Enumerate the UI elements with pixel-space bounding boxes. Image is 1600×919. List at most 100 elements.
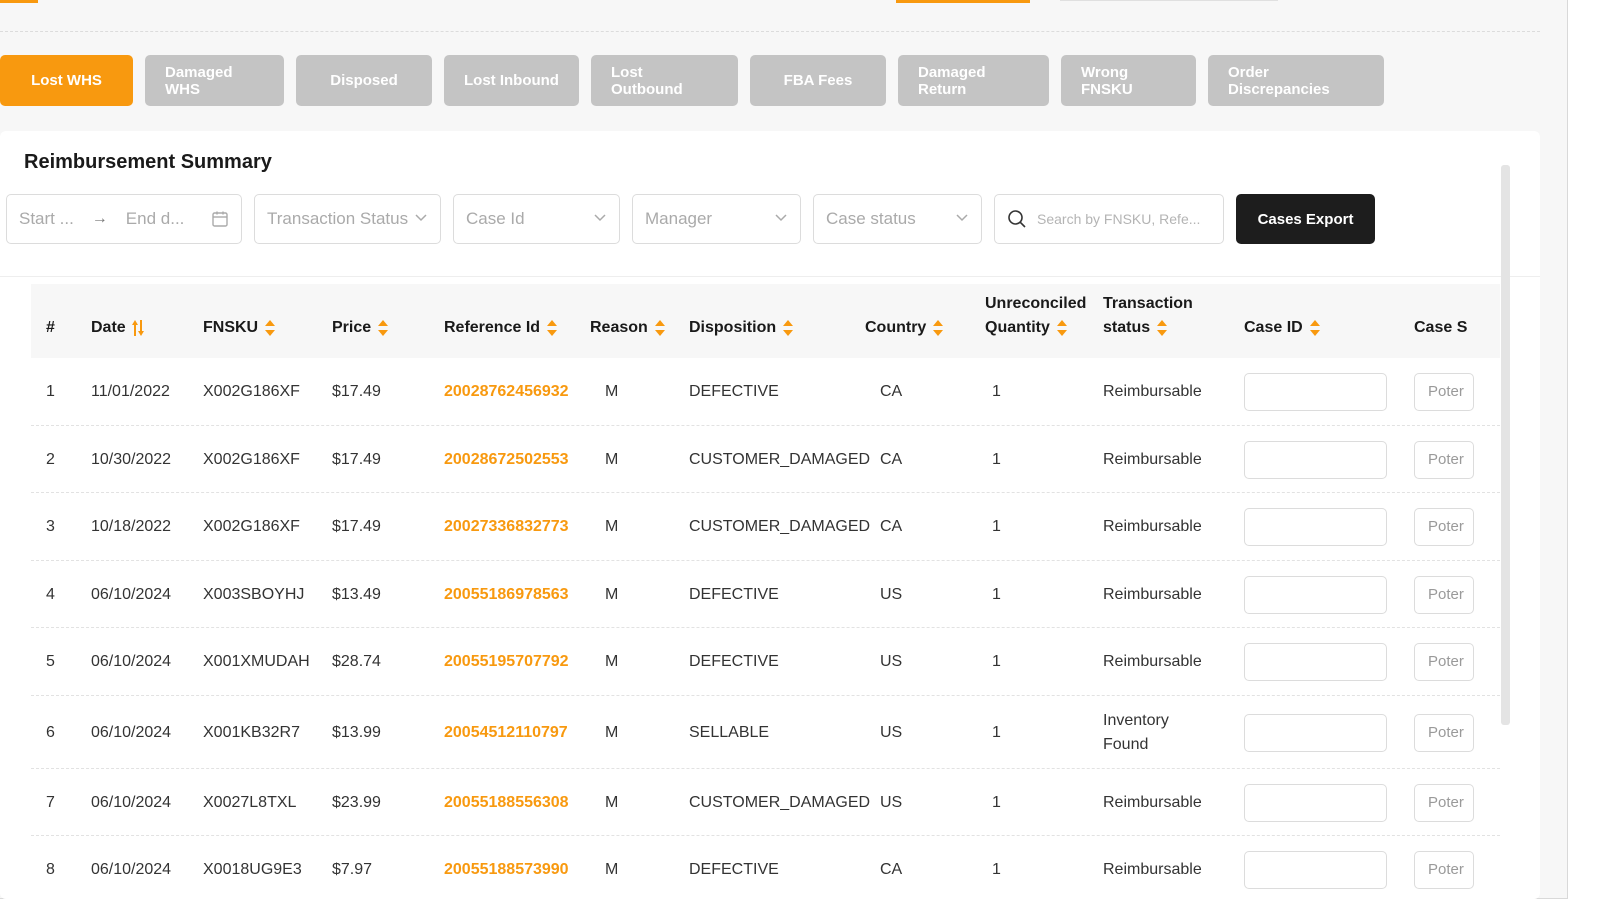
tab-lost-outbound[interactable]: Lost Outbound (591, 55, 738, 106)
row-reason: M (605, 450, 619, 468)
tab-order-discrepancies[interactable]: Order Discrepancies (1208, 55, 1384, 106)
header-reason[interactable]: Reason (590, 316, 666, 340)
search-input[interactable]: Search by FNSKU, Refe... (994, 194, 1224, 244)
row-country: US (880, 793, 903, 811)
case-id-input[interactable] (1244, 850, 1387, 889)
top-accent-fragment (0, 0, 38, 3)
header-disposition-label: Disposition (689, 319, 777, 336)
tab-wrong-fnsku[interactable]: Wrong FNSKU (1061, 55, 1196, 106)
row-number: 6 (46, 723, 55, 741)
row-date: 06/10/2024 (91, 793, 172, 811)
cases-export-button[interactable]: Cases Export (1236, 194, 1375, 244)
row-disposition: CUSTOMER_DAMAGED (689, 793, 871, 811)
case-status-select[interactable]: Poter (1414, 508, 1474, 546)
row-price: $13.99 (332, 723, 381, 741)
case-id-input[interactable] (1244, 713, 1387, 752)
tab-fba-fees[interactable]: FBA Fees (750, 55, 886, 106)
row-quantity: 1 (992, 518, 1001, 535)
tab-disposed[interactable]: Disposed (296, 55, 432, 106)
row-disposition: SELLABLE (689, 723, 770, 741)
case-id-select[interactable]: Case Id (453, 194, 620, 244)
header-case-id[interactable]: Case ID (1244, 316, 1321, 340)
sort-icon[interactable] (1309, 319, 1321, 337)
tab-damaged-return[interactable]: Damaged Return (898, 55, 1049, 106)
vertical-scrollbar[interactable] (1501, 165, 1510, 725)
row-date: 06/10/2024 (91, 585, 172, 603)
case-status-select[interactable]: Poter (1414, 440, 1474, 479)
sort-icon[interactable] (546, 319, 558, 337)
case-status-select[interactable]: Poter (1414, 575, 1474, 614)
row-reference-id[interactable]: 20054512110797 (444, 721, 568, 745)
case-status-select[interactable]: Poter (1414, 850, 1474, 889)
sort-icon[interactable] (377, 319, 389, 337)
case-status-select[interactable]: Poter (1414, 783, 1474, 822)
row-price: $23.99 (332, 793, 381, 811)
row-disposition: CUSTOMER_DAMAGED (689, 518, 871, 535)
header-unreconciled-quantity[interactable]: Unreconciled Quantity (985, 292, 1086, 340)
start-date-input[interactable]: Start ... (19, 209, 74, 229)
header-case-id-label: Case ID (1244, 319, 1303, 336)
header-reference-id-label: Reference Id (444, 319, 541, 336)
date-range-picker[interactable]: Start ... → End d... (6, 194, 242, 244)
sort-ascending-icon[interactable] (131, 319, 144, 337)
transaction-status-select[interactable]: Transaction Status (254, 194, 441, 244)
row-price: $13.49 (332, 585, 381, 603)
row-fnsku: X001XMUDAH (203, 653, 310, 670)
header-transaction-status[interactable]: Transaction status (1103, 292, 1193, 340)
header-date-label: Date (91, 319, 126, 336)
header-fnsku[interactable]: FNSKU (203, 316, 276, 340)
tab-lost-inbound[interactable]: Lost Inbound (444, 55, 579, 106)
case-id-input[interactable] (1244, 783, 1387, 822)
row-reference-id[interactable]: 20055188556308 (444, 791, 569, 815)
header-transaction-line2: status (1103, 319, 1151, 336)
manager-select[interactable]: Manager (632, 194, 801, 244)
row-date: 10/30/2022 (91, 450, 172, 468)
sort-icon[interactable] (264, 319, 276, 337)
divider (0, 276, 1540, 277)
row-quantity: 1 (992, 450, 1001, 468)
header-num: # (46, 319, 55, 336)
header-disposition[interactable]: Disposition (689, 316, 794, 340)
sort-icon[interactable] (1156, 319, 1168, 337)
row-quantity: 1 (992, 383, 1001, 400)
row-date: 11/01/2022 (91, 383, 170, 400)
case-id-input[interactable] (1244, 440, 1387, 479)
row-reason: M (605, 793, 619, 811)
row-country: US (880, 653, 903, 670)
row-reason: M (605, 518, 619, 535)
sort-icon[interactable] (1056, 319, 1068, 337)
reimbursement-table: # Date FNSKU Price Reference Id Reason D… (31, 284, 1500, 899)
header-reference-id[interactable]: Reference Id (444, 316, 558, 340)
row-number: 5 (46, 653, 55, 670)
end-date-input[interactable]: End d... (126, 209, 185, 229)
table-row: 7 06/10/2024 X0027L8TXL $23.99 2005518855630… (31, 769, 1500, 836)
tab-damaged-whs[interactable]: Damaged WHS (145, 55, 284, 106)
row-reference-id[interactable]: 20055195707792 (444, 650, 569, 674)
search-placeholder: Search by FNSKU, Refe... (1037, 211, 1201, 227)
case-id-input[interactable] (1244, 575, 1387, 614)
sort-icon[interactable] (932, 319, 944, 337)
case-status-select[interactable]: Poter (1414, 643, 1474, 681)
table-row: 3 10/18/2022 X002G186XF $17.49 2002733683277… (31, 493, 1500, 561)
case-status-select[interactable]: Poter (1414, 373, 1474, 411)
case-status-select[interactable]: Case status (813, 194, 982, 244)
case-id-input[interactable] (1244, 373, 1387, 411)
header-reason-label: Reason (590, 319, 648, 336)
sort-icon[interactable] (782, 319, 794, 337)
case-id-input[interactable] (1244, 643, 1387, 681)
arrow-right-icon: → (91, 210, 108, 227)
table-row: 4 06/10/2024 X003SBOYHJ $13.49 2005518697856… (31, 561, 1500, 628)
sort-icon[interactable] (654, 319, 666, 337)
header-price[interactable]: Price (332, 316, 389, 340)
row-reference-id[interactable]: 20055188573990 (444, 858, 569, 882)
row-transaction-status: Inventory Found (1103, 711, 1169, 753)
case-id-input[interactable] (1244, 508, 1387, 546)
row-reference-id[interactable]: 20055186978563 (444, 583, 569, 607)
row-reference-id[interactable]: 20027336832773 (444, 515, 569, 539)
header-country[interactable]: Country (865, 316, 944, 340)
row-reference-id[interactable]: 20028672502553 (444, 448, 569, 472)
row-reference-id[interactable]: 20028762456932 (444, 380, 569, 404)
header-date[interactable]: Date (91, 316, 144, 340)
case-status-select[interactable]: Poter (1414, 713, 1474, 752)
tab-lost-whs[interactable]: Lost WHS (0, 55, 133, 106)
